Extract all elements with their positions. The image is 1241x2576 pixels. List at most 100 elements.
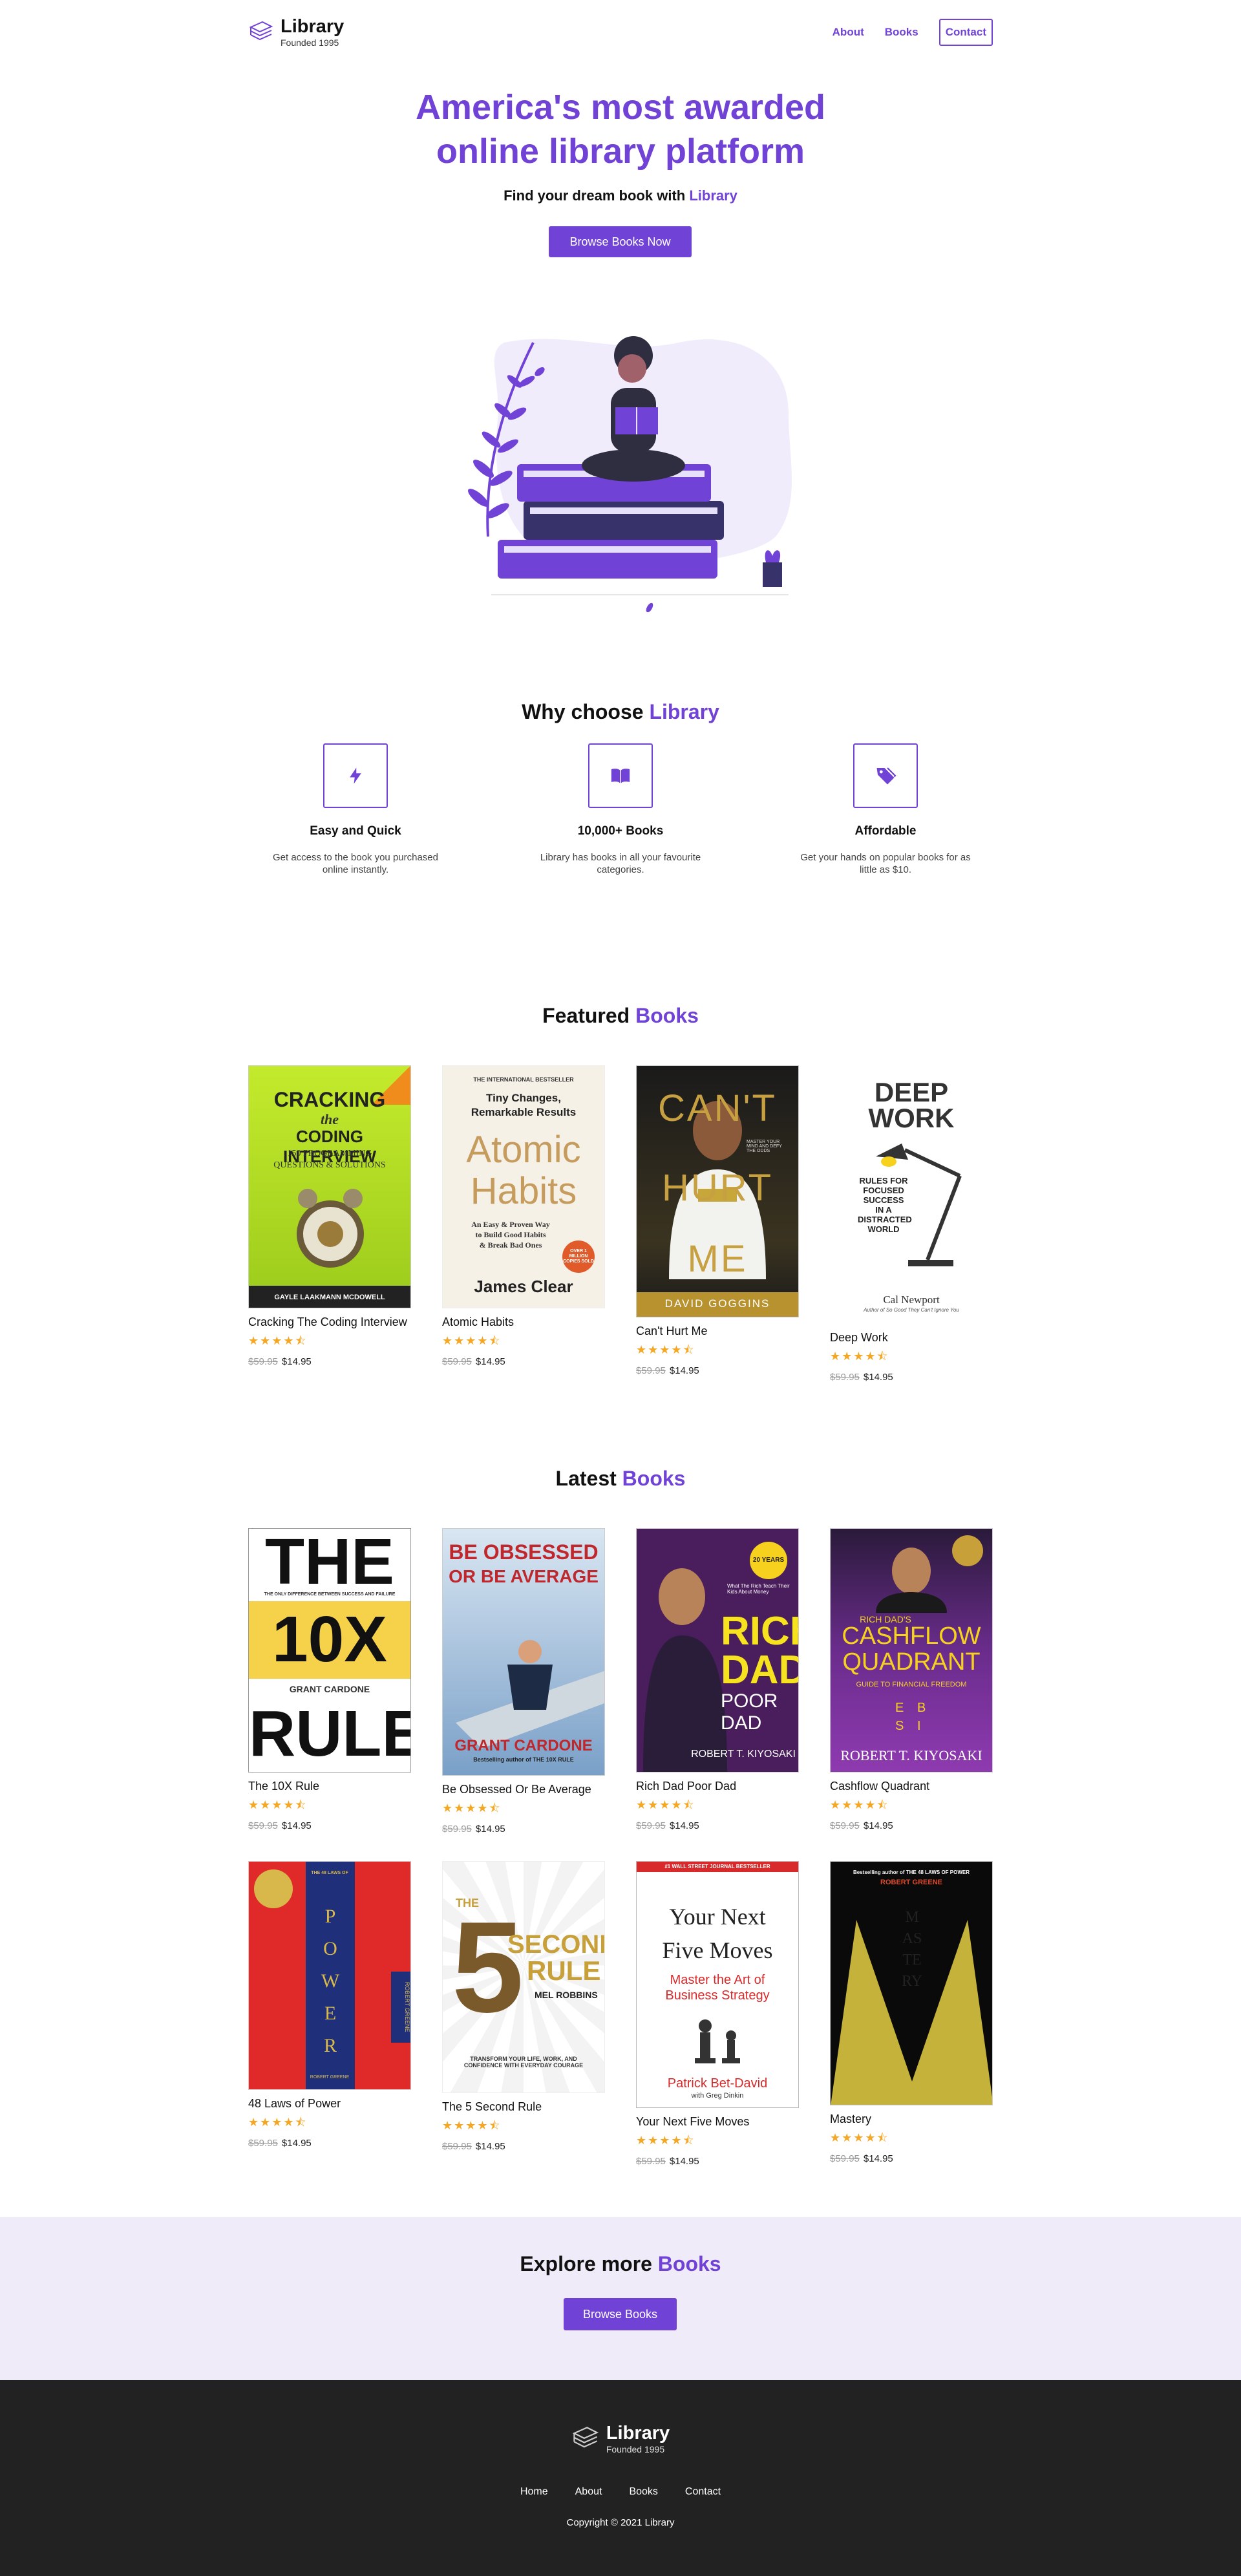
star-rating: ★★★★⯪ <box>830 1798 889 1811</box>
cover-author: Cal Newport <box>883 1293 940 1306</box>
old-price: $59.95 <box>830 1372 860 1383</box>
book-cover[interactable]: THE THE ONLY DIFFERENCE BETWEEN SUCCESS … <box>248 1528 411 1772</box>
open-book-icon <box>611 769 630 783</box>
book-title[interactable]: The 10X Rule <box>248 1779 411 1793</box>
cover-title-line: OR BE AVERAGE <box>449 1566 599 1586</box>
book-title[interactable]: The 5 Second Rule <box>442 2100 605 2114</box>
book-cover[interactable]: CRACKING the CODING INTERVIEW 150 PROGRA… <box>248 1065 411 1308</box>
cover-subtitle: GUIDE TO FINANCIAL FREEDOM <box>856 1681 967 1688</box>
cover-title-line: RULE <box>527 1955 601 1986</box>
features-row: Easy and Quick Get access to the book yo… <box>259 743 982 876</box>
book-cover[interactable]: #1 WALL STREET JOURNAL BESTSELLER Your N… <box>636 1861 799 2108</box>
star-rating: ★★★★⯪ <box>442 2119 502 2132</box>
star-rating: ★★★★⯪ <box>442 1802 502 1815</box>
footer-contact-link[interactable]: Contact <box>685 2486 721 2498</box>
book-cover[interactable]: THE 48 LAWS OF POWER ROBERT GREENE ROBER… <box>248 1861 411 2090</box>
footer-about-link[interactable]: About <box>575 2486 602 2498</box>
book-card[interactable]: 20 YEARS What The Rich Teach Their Kids … <box>636 1528 799 1835</box>
book-cover[interactable]: DEEP WORK RULES FOR FOCUSED SUCCESS IN A… <box>830 1065 993 1324</box>
old-price: $59.95 <box>442 1356 472 1367</box>
book-cover[interactable]: THE 5 SECOND RULE MEL ROBBINS TRANSFORM … <box>442 1861 605 2093</box>
book-card[interactable]: THE THE ONLY DIFFERENCE BETWEEN SUCCESS … <box>248 1528 411 1835</box>
book-cover[interactable]: THE INTERNATIONAL BESTSELLER Tiny Change… <box>442 1065 605 1308</box>
old-price: $59.95 <box>442 1824 472 1835</box>
cover-author: GRANT CARDONE <box>454 1737 593 1754</box>
book-title[interactable]: Deep Work <box>830 1330 993 1345</box>
cover-tagline: MASTER YOUR MIND AND DEFY THE ODDS <box>747 1140 782 1153</box>
current-price: $14.95 <box>475 2141 505 2152</box>
cover-tagline: THE 48 LAWS OF <box>311 1871 348 1875</box>
why-title-text: Why choose <box>522 700 650 723</box>
nav-contact-button[interactable]: Contact <box>939 19 993 46</box>
book-title[interactable]: Mastery <box>830 2112 993 2126</box>
old-price: $59.95 <box>830 2153 860 2164</box>
book-card[interactable]: DEEP WORK RULES FOR FOCUSED SUCCESS IN A… <box>830 1065 993 1383</box>
book-card[interactable]: #1 WALL STREET JOURNAL BESTSELLER Your N… <box>636 1861 799 2167</box>
book-title[interactable]: Can't Hurt Me <box>636 1324 799 1338</box>
footer-logo[interactable]: Library Founded 1995 <box>0 2424 1241 2454</box>
book-card[interactable]: THE 5 SECOND RULE MEL ROBBINS TRANSFORM … <box>442 1861 605 2167</box>
cover-number: 5 <box>452 1895 524 2039</box>
quadrant-letter: S <box>895 1719 904 1733</box>
book-title[interactable]: Cashflow Quadrant <box>830 1779 993 1793</box>
browse-books-now-button[interactable]: Browse Books Now <box>549 226 692 257</box>
cover-subtitle: SUCCESS <box>863 1195 904 1205</box>
book-card[interactable]: THE 48 LAWS OF POWER ROBERT GREENE ROBER… <box>248 1861 411 2167</box>
footer-home-link[interactable]: Home <box>520 2486 548 2498</box>
book-title[interactable]: Cracking The Coding Interview <box>248 1315 411 1329</box>
book-card[interactable]: CRACKING the CODING INTERVIEW 150 PROGRA… <box>248 1065 411 1383</box>
book-title[interactable]: Your Next Five Moves <box>636 2114 799 2129</box>
cover-author-subtitle: Author of So Good They Can't Ignore You <box>864 1307 959 1313</box>
featured-books-grid: CRACKING the CODING INTERVIEW 150 PROGRA… <box>248 1065 993 1383</box>
book-cover[interactable]: RICH DAD'S CASHFLOW QUADRANT GUIDE TO FI… <box>830 1528 993 1772</box>
book-cover[interactable]: 20 YEARS What The Rich Teach Their Kids … <box>636 1528 799 1772</box>
book-title[interactable]: Rich Dad Poor Dad <box>636 1779 799 1793</box>
author-portrait-image <box>643 1568 727 1772</box>
latest-books-title: Latest Books <box>0 1467 1241 1491</box>
book-price: $59.95 $14.95 <box>830 2153 993 2164</box>
book-title[interactable]: Be Obsessed Or Be Average <box>442 1782 605 1796</box>
book-card[interactable]: BE OBSESSED OR BE AVERAGE GRANT CARDONE … <box>442 1528 605 1835</box>
current-price: $14.95 <box>281 1356 312 1367</box>
cover-description: to Build Good Habits <box>475 1230 546 1239</box>
alarm-clock-image <box>297 1189 364 1268</box>
featured-books-title: Featured Books <box>0 1004 1241 1028</box>
quadrant-letter: E <box>895 1701 904 1715</box>
cover-subtitle: WORLD <box>867 1224 900 1234</box>
current-price: $14.95 <box>669 1365 699 1376</box>
book-card[interactable]: CAN'T HURT ME MASTER YOUR MIND AND DEFY … <box>636 1065 799 1383</box>
book-title[interactable]: 48 Laws of Power <box>248 2096 411 2111</box>
cover-title-line: POOR DAD <box>721 1690 778 1734</box>
cover-title-line: HURT <box>661 1167 774 1209</box>
cover-subtitle: Business Strategy <box>665 1988 770 2003</box>
current-price: $14.95 <box>669 2156 699 2167</box>
feature-description: Get access to the book you purchased onl… <box>273 852 438 875</box>
book-title[interactable]: Atomic Habits <box>442 1315 605 1329</box>
book-cover[interactable]: CAN'T HURT ME MASTER YOUR MIND AND DEFY … <box>636 1065 799 1317</box>
cover-title-vertical: POWER <box>321 1906 340 2056</box>
browse-books-button[interactable]: Browse Books <box>564 2298 677 2330</box>
anniversary-badge: 20 YEARS <box>750 1542 787 1579</box>
book-cover[interactable]: BE OBSESSED OR BE AVERAGE GRANT CARDONE … <box>442 1528 605 1776</box>
footer-books-link[interactable]: Books <box>629 2486 657 2498</box>
cover-subtitle: QUESTIONS & SOLUTIONS <box>273 1160 386 1170</box>
cover-title-line: SECOND <box>507 1930 604 1959</box>
star-rating: ★★★★⯪ <box>636 1343 695 1356</box>
cover-author: ROBERT T. KIYOSAKI <box>840 1747 982 1763</box>
brand-logo[interactable]: Library Founded 1995 <box>248 17 344 47</box>
book-cover[interactable]: Bestselling author of THE 48 LAWS OF POW… <box>830 1861 993 2105</box>
star-rating: ★★★★⯪ <box>442 1334 502 1347</box>
nav-books-link[interactable]: Books <box>885 26 918 39</box>
site-footer: Library Founded 1995 Home About Books Co… <box>0 2380 1241 2576</box>
nav-about-link[interactable]: About <box>833 26 864 39</box>
airplane-man-image <box>456 1640 604 1749</box>
cover-title-line: the <box>320 1111 339 1127</box>
book-card[interactable]: RICH DAD'S CASHFLOW QUADRANT GUIDE TO FI… <box>830 1528 993 1835</box>
quadrant-letter: B <box>917 1701 926 1715</box>
book-card[interactable]: THE INTERNATIONAL BESTSELLER Tiny Change… <box>442 1065 605 1383</box>
price-tag-icon <box>876 767 896 785</box>
cover-coauthor: with Greg Dinkin <box>691 2092 744 2100</box>
cover-tagline: What The Rich Teach Their Kids About Mon… <box>727 1583 790 1595</box>
book-card[interactable]: Bestselling author of THE 48 LAWS OF POW… <box>830 1861 993 2167</box>
cover-author: DAVID GOGGINS <box>664 1297 770 1310</box>
